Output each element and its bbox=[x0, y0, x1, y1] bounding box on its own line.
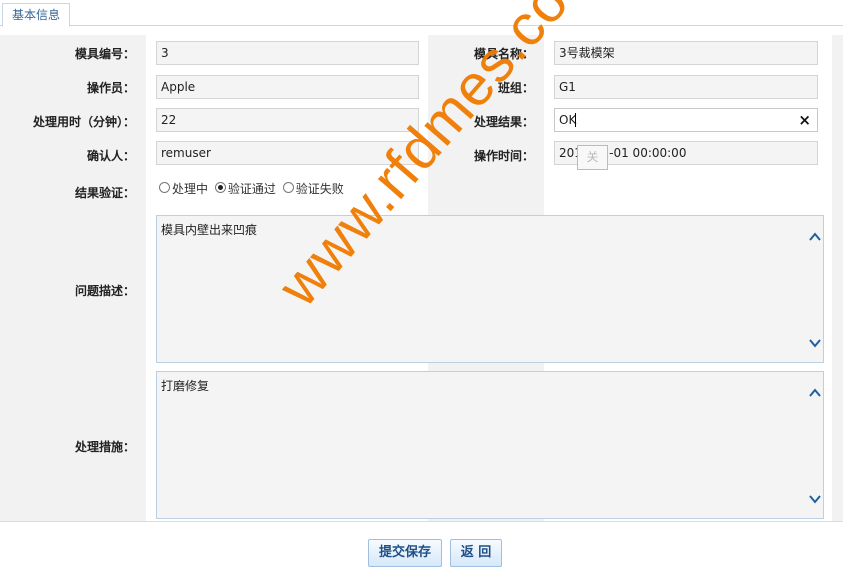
chevron-up-icon[interactable] bbox=[809, 388, 821, 398]
radio-verified[interactable] bbox=[214, 182, 226, 193]
problem-textarea[interactable]: 模具内壁出来凹痕 bbox=[156, 215, 824, 363]
date-picker-icon[interactable]: 关 bbox=[577, 145, 608, 170]
mold-name-label: 模具名称： bbox=[473, 47, 534, 61]
result-value: OK bbox=[559, 113, 577, 127]
radio-verified-label: 验证通过 bbox=[227, 182, 276, 196]
op-time-label: 操作时间： bbox=[473, 149, 534, 163]
chevron-up-icon[interactable] bbox=[809, 232, 821, 242]
confirmer-input[interactable]: remuser bbox=[156, 141, 419, 165]
scrollbar[interactable] bbox=[807, 216, 823, 362]
close-icon[interactable]: × bbox=[798, 109, 811, 131]
radio-failed-label: 验证失败 bbox=[295, 182, 344, 196]
mold-no-label: 模具编号： bbox=[74, 47, 135, 61]
tab-bar: 基本信息 bbox=[0, 0, 843, 27]
problem-text: 模具内壁出来凹痕 bbox=[161, 223, 258, 237]
mold-name-input[interactable]: 3号裁模架 bbox=[554, 41, 818, 65]
mold-no-input[interactable]: 3 bbox=[156, 41, 419, 65]
problem-label: 问题描述： bbox=[74, 284, 135, 298]
verify-label: 结果验证： bbox=[74, 186, 135, 200]
chevron-down-icon[interactable] bbox=[809, 494, 821, 504]
scrollbar[interactable] bbox=[807, 372, 823, 518]
radio-processing-label: 处理中 bbox=[172, 182, 209, 196]
measure-textarea[interactable]: 打磨修复 bbox=[156, 371, 824, 519]
confirmer-label: 确认人： bbox=[86, 149, 135, 163]
team-label: 班组： bbox=[497, 81, 534, 95]
radio-failed[interactable] bbox=[282, 182, 294, 193]
duration-input[interactable]: 22 bbox=[156, 108, 419, 132]
team-input[interactable]: G1 bbox=[554, 75, 818, 99]
duration-label: 处理用时（分钟）： bbox=[32, 115, 135, 129]
back-button[interactable]: 返 回 bbox=[450, 539, 502, 567]
measure-label: 处理措施： bbox=[74, 440, 135, 454]
tab-basic-info[interactable]: 基本信息 bbox=[2, 3, 71, 27]
text-caret bbox=[575, 113, 576, 127]
submit-save-button[interactable]: 提交保存 bbox=[368, 539, 442, 567]
verify-radio-group: 处理中 验证通过 验证失败 bbox=[159, 180, 347, 197]
measure-text: 打磨修复 bbox=[161, 379, 210, 393]
result-input[interactable]: OK × bbox=[554, 108, 818, 132]
chevron-down-icon[interactable] bbox=[809, 338, 821, 348]
radio-processing[interactable] bbox=[159, 182, 170, 193]
operator-label: 操作员： bbox=[86, 81, 135, 95]
result-label: 处理结果： bbox=[473, 115, 534, 129]
operator-input[interactable]: Apple bbox=[156, 75, 419, 99]
